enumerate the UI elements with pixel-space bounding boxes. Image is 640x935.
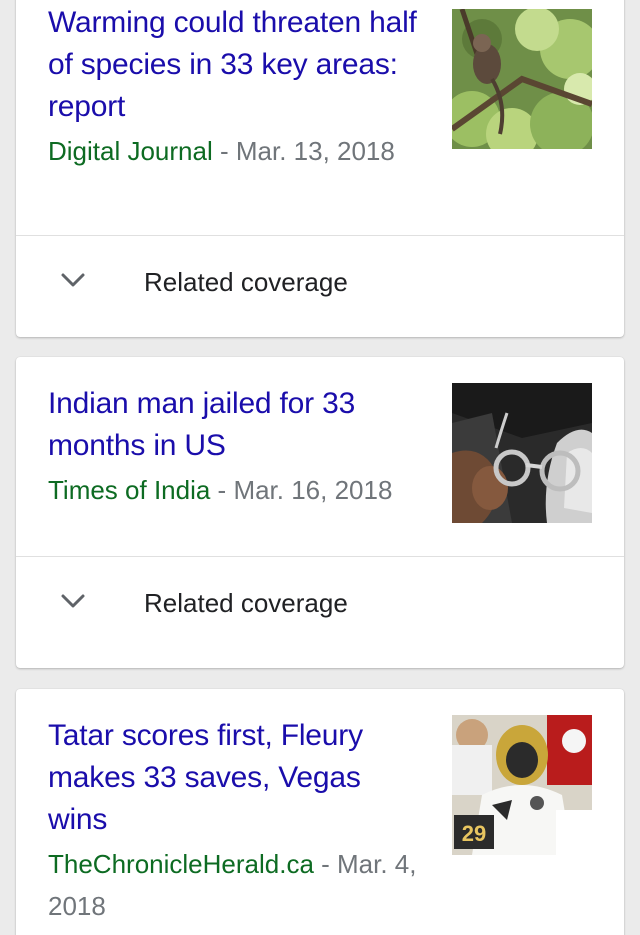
meta-separator: - [212,136,236,166]
story-meta: Times of India - Mar. 16, 2018 [48,469,418,511]
story-card: Indian man jailed for 33 months in US Ti… [16,357,624,668]
story-card: Tatar scores first, Fleury makes 33 save… [16,689,624,935]
story-source: TheChronicleHerald.ca [48,849,314,879]
related-coverage-toggle[interactable]: Related coverage [16,556,624,653]
meta-separator: - [210,475,234,505]
story-main[interactable]: Indian man jailed for 33 months in US Ti… [16,357,624,556]
related-coverage-label: Related coverage [144,588,348,618]
story-headline[interactable]: Tatar scores first, Fleury makes 33 save… [48,715,418,841]
story-meta: TheChronicleHerald.ca - Mar. 4, 2018 [48,843,418,927]
story-main[interactable]: Warming could threaten half of species i… [16,0,624,235]
story-main[interactable]: Tatar scores first, Fleury makes 33 save… [16,689,624,935]
story-date: Mar. 13, 2018 [235,136,395,166]
story-card: Warming could threaten half of species i… [16,0,624,337]
related-coverage-label: Related coverage [144,267,348,297]
story-headline[interactable]: Indian man jailed for 33 months in US [48,383,418,467]
story-source: Digital Journal [48,136,213,166]
monkey-in-tree-photo[interactable] [452,9,592,149]
jersey-number: 29 [462,821,486,846]
story-date: Mar. 16, 2018 [233,475,393,505]
handcuffs-photo[interactable] [452,383,592,523]
story-source: Times of India [48,475,211,505]
story-meta: Digital Journal - Mar. 13, 2018 [48,130,418,172]
news-feed: Warming could threaten half of species i… [0,0,640,935]
chevron-down-icon [61,594,85,608]
related-coverage-toggle[interactable]: Related coverage [16,235,624,332]
chevron-down-icon [61,273,85,287]
meta-separator: - [313,849,338,879]
story-headline[interactable]: Warming could threaten half of species i… [48,2,418,128]
hockey-goalie-photo[interactable]: 29 [452,715,592,855]
